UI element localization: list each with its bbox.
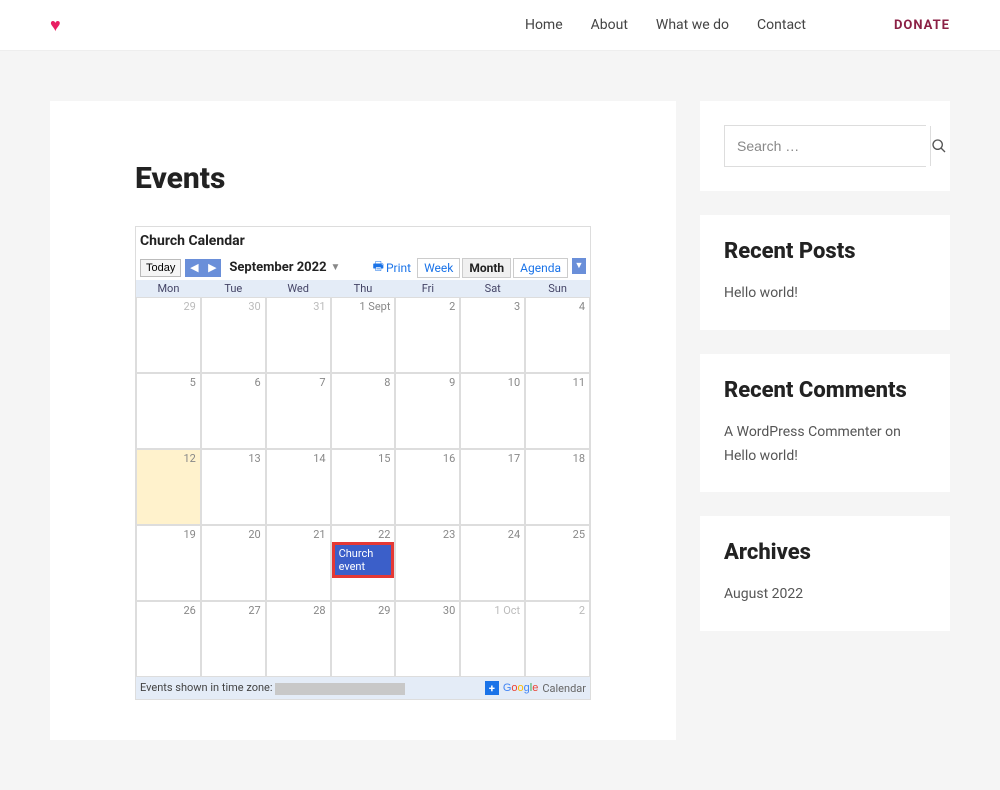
search-button[interactable] — [930, 126, 947, 166]
view-week-tab[interactable]: Week — [417, 258, 460, 278]
recent-comments-title: Recent Comments — [724, 378, 926, 403]
site-header: ♥ Home About What we do Contact DONATE — [0, 0, 1000, 51]
calendar-cell[interactable]: 17 — [460, 449, 525, 525]
nav-about[interactable]: About — [591, 17, 628, 33]
day-header: Tue — [201, 280, 266, 297]
calendar-cell[interactable]: 30 — [395, 601, 460, 677]
plus-icon: + — [485, 681, 499, 695]
nav-what-we-do[interactable]: What we do — [656, 17, 729, 33]
calendar-cell[interactable]: 31 — [266, 297, 331, 373]
calendar-cell[interactable]: 14 — [266, 449, 331, 525]
calendar-cell[interactable]: 23 — [395, 525, 460, 601]
calendar-cell[interactable]: 3 — [460, 297, 525, 373]
archives-widget: Archives August 2022 — [700, 516, 950, 631]
nav-contact[interactable]: Contact — [757, 17, 806, 33]
nav-home[interactable]: Home — [525, 17, 563, 33]
calendar-cell[interactable]: 2 — [395, 297, 460, 373]
calendar-cell[interactable]: 10 — [460, 373, 525, 449]
calendar: Church Calendar Today ◀ ▶ September 2022… — [135, 226, 591, 700]
donate-button[interactable]: DONATE — [894, 18, 950, 33]
calendar-cell[interactable]: 4 — [525, 297, 590, 373]
view-month-tab[interactable]: Month — [462, 258, 511, 278]
recent-posts-widget: Recent Posts Hello world! — [700, 215, 950, 330]
recent-comment-item[interactable]: A WordPress Commenter on Hello world! — [724, 421, 926, 469]
calendar-cell[interactable]: 15 — [331, 449, 396, 525]
main-content: Events Church Calendar Today ◀ ▶ Septemb… — [50, 101, 676, 740]
calendar-cell[interactable]: 26 — [136, 601, 201, 677]
calendar-cell[interactable]: 2 — [525, 601, 590, 677]
heart-icon[interactable]: ♥ — [50, 15, 61, 36]
calendar-cell[interactable]: 27 — [201, 601, 266, 677]
calendar-title: Church Calendar — [136, 227, 590, 255]
calendar-cell[interactable]: 7 — [266, 373, 331, 449]
calendar-cell[interactable]: 6 — [201, 373, 266, 449]
calendar-cell[interactable]: 11 — [525, 373, 590, 449]
search-input[interactable] — [725, 126, 930, 166]
agenda-dropdown-icon[interactable]: ▼ — [572, 258, 586, 274]
page-title: Events — [135, 161, 591, 196]
calendar-cell[interactable]: 20 — [201, 525, 266, 601]
calendar-cell[interactable]: 19 — [136, 525, 201, 601]
calendar-cell[interactable]: 22Church event — [331, 525, 396, 601]
month-dropdown-icon[interactable]: ▼ — [331, 262, 341, 273]
calendar-cell[interactable]: 5 — [136, 373, 201, 449]
timezone-redacted — [275, 683, 405, 695]
today-button[interactable]: Today — [140, 259, 181, 277]
google-calendar-badge[interactable]: + Google Calendar — [485, 681, 586, 695]
calendar-cell[interactable]: 16 — [395, 449, 460, 525]
day-header: Mon — [136, 280, 201, 297]
calendar-cell[interactable]: 25 — [525, 525, 590, 601]
calendar-cell[interactable]: 9 — [395, 373, 460, 449]
recent-comments-widget: Recent Comments A WordPress Commenter on… — [700, 354, 950, 493]
calendar-grid: 2930311 Sept2345678910111213141516171819… — [136, 297, 590, 677]
search-icon — [931, 138, 947, 154]
view-agenda-tab[interactable]: Agenda — [513, 258, 568, 278]
day-header: Fri — [395, 280, 460, 297]
calendar-cell[interactable]: 28 — [266, 601, 331, 677]
calendar-badge-label: Calendar — [542, 682, 586, 695]
recent-post-item[interactable]: Hello world! — [724, 282, 926, 306]
prev-month-button[interactable]: ◀ — [185, 259, 203, 277]
calendar-cell[interactable]: 12 — [136, 449, 201, 525]
calendar-cell[interactable]: 13 — [201, 449, 266, 525]
next-month-button[interactable]: ▶ — [203, 259, 221, 277]
timezone-label: Events shown in time zone: — [140, 681, 273, 694]
search-widget — [700, 101, 950, 191]
calendar-cell[interactable]: 24 — [460, 525, 525, 601]
day-header: Thu — [331, 280, 396, 297]
print-label: Print — [386, 261, 411, 275]
primary-nav: Home About What we do Contact DONATE — [525, 17, 950, 33]
calendar-cell[interactable]: 1 Sept — [331, 297, 396, 373]
calendar-footer: Events shown in time zone: + Google Cale… — [136, 677, 590, 699]
calendar-cell[interactable]: 30 — [201, 297, 266, 373]
calendar-cell[interactable]: 29 — [136, 297, 201, 373]
day-header: Wed — [266, 280, 331, 297]
calendar-event[interactable]: Church event — [332, 542, 395, 578]
calendar-cell[interactable]: 21 — [266, 525, 331, 601]
calendar-day-headers: MonTueWedThuFriSatSun — [136, 280, 590, 297]
day-header: Sat — [460, 280, 525, 297]
calendar-cell[interactable]: 29 — [331, 601, 396, 677]
recent-posts-title: Recent Posts — [724, 239, 926, 264]
archives-title: Archives — [724, 540, 926, 565]
print-icon: 🖶 — [373, 257, 384, 278]
calendar-cell[interactable]: 1 Oct — [460, 601, 525, 677]
calendar-toolbar: Today ◀ ▶ September 2022 ▼ 🖶 Print Week … — [136, 255, 590, 280]
sidebar: Recent Posts Hello world! Recent Comment… — [700, 101, 950, 740]
calendar-cell[interactable]: 8 — [331, 373, 396, 449]
print-button[interactable]: 🖶 Print — [373, 257, 411, 278]
calendar-cell[interactable]: 18 — [525, 449, 590, 525]
archive-item[interactable]: August 2022 — [724, 583, 926, 607]
day-header: Sun — [525, 280, 590, 297]
google-logo-text: Google — [503, 682, 539, 694]
month-label: September 2022 — [229, 260, 326, 275]
